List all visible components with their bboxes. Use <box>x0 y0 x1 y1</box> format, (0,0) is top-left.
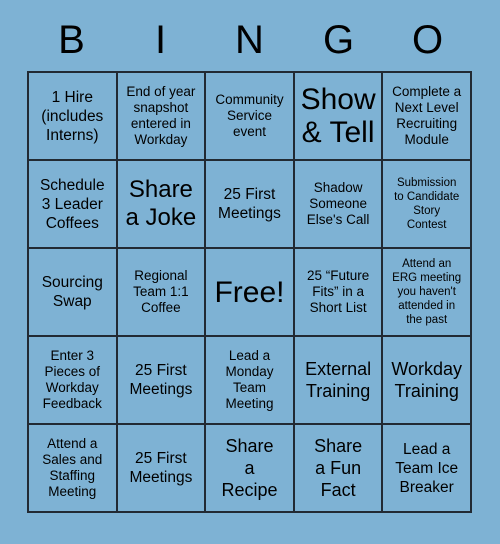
bingo-cell[interactable]: Free! <box>206 249 295 337</box>
bingo-cell[interactable]: Community Service event <box>206 73 295 161</box>
bingo-cell-label: Enter 3 Pieces of Workday Feedback <box>42 348 102 411</box>
bingo-cell-label: Show & Tell <box>300 83 376 149</box>
bingo-cell[interactable]: Share a Joke <box>117 161 207 249</box>
bingo-cell[interactable]: External Training <box>294 337 384 425</box>
header-letter-n: N <box>235 18 264 62</box>
bingo-cell[interactable]: Lead a Team Ice Breaker <box>383 425 472 513</box>
bingo-card: B I N G O 1 Hire (includes Interns) End o… <box>0 0 500 544</box>
bingo-cell[interactable]: Schedule 3 Leader Coffees <box>29 161 118 249</box>
bingo-cell[interactable]: Shadow Someone Else's Call <box>294 161 384 249</box>
bingo-cell-label: Lead a Monday Team Meeting <box>225 348 274 411</box>
bingo-cell-label: 25 “Future Fits” in a Short List <box>306 268 370 315</box>
bingo-cell[interactable]: Enter 3 Pieces of Workday Feedback <box>29 337 118 425</box>
bingo-cell-label: 25 First Meetings <box>129 362 193 398</box>
bingo-cell[interactable]: Share a Fun Fact <box>294 425 384 513</box>
bingo-cell[interactable]: Submission to Candidate Story Contest <box>383 161 472 249</box>
bingo-header: B I N G O <box>27 14 472 66</box>
bingo-grid: 1 Hire (includes Interns) End of year sna… <box>27 71 472 513</box>
bingo-cell-label: Sourcing Swap <box>41 274 103 310</box>
bingo-cell[interactable]: Sourcing Swap <box>29 249 118 337</box>
bingo-cell[interactable]: 25 First Meetings <box>117 337 207 425</box>
bingo-cell-label: Shadow Someone Else's Call <box>306 180 370 227</box>
bingo-cell-label: Free! <box>214 275 285 309</box>
bingo-cell[interactable]: Regional Team 1:1 Coffee <box>117 249 207 337</box>
bingo-cell-label: Workday Training <box>391 359 463 401</box>
header-letter-i: I <box>154 18 167 62</box>
bingo-cell[interactable]: Lead a Monday Team Meeting <box>206 337 295 425</box>
bingo-cell-label: Share a Joke <box>125 176 197 231</box>
bingo-cell-label: External Training <box>305 359 372 401</box>
bingo-cell-label: Submission to Candidate Story Contest <box>394 177 460 231</box>
bingo-cell-label: Complete a Next Level Recruiting Module <box>392 84 462 147</box>
bingo-cell[interactable]: Workday Training <box>383 337 472 425</box>
bingo-cell-label: Attend a Sales and Staffing Meeting <box>42 436 103 499</box>
bingo-cell[interactable]: Complete a Next Level Recruiting Module <box>383 73 472 161</box>
bingo-cell-label: Schedule 3 Leader Coffees <box>39 176 105 232</box>
bingo-cell-label: Lead a Team Ice Breaker <box>395 440 459 496</box>
bingo-cell-label: End of year snapshot entered in Workday <box>126 84 196 147</box>
bingo-cell-label: Attend an ERG meeting you haven't attend… <box>392 258 462 326</box>
bingo-cell[interactable]: Attend a Sales and Staffing Meeting <box>29 425 118 513</box>
header-letter-o: O <box>411 18 444 62</box>
bingo-cell-label: Regional Team 1:1 Coffee <box>133 268 189 315</box>
bingo-cell[interactable]: 25 First Meetings <box>117 425 207 513</box>
header-letter-b: B <box>58 18 85 62</box>
bingo-cell-label: 25 First Meetings <box>129 450 193 486</box>
bingo-cell-label: 1 Hire (includes Interns) <box>41 88 104 144</box>
bingo-cell-label: Community Service event <box>215 92 284 139</box>
bingo-cell-label: 25 First Meetings <box>218 186 281 222</box>
bingo-cell[interactable]: End of year snapshot entered in Workday <box>117 73 207 161</box>
bingo-cell[interactable]: Share a Recipe <box>206 425 295 513</box>
bingo-cell[interactable]: Attend an ERG meeting you haven't attend… <box>383 249 472 337</box>
header-letter-g: G <box>322 18 355 62</box>
bingo-cell[interactable]: 25 First Meetings <box>206 161 295 249</box>
bingo-cell-label: Share a Fun Fact <box>314 436 363 500</box>
bingo-cell[interactable]: 25 “Future Fits” in a Short List <box>294 249 384 337</box>
bingo-cell-label: Share a Recipe <box>221 436 278 500</box>
bingo-cell[interactable]: Show & Tell <box>294 73 384 161</box>
bingo-cell[interactable]: 1 Hire (includes Interns) <box>29 73 118 161</box>
